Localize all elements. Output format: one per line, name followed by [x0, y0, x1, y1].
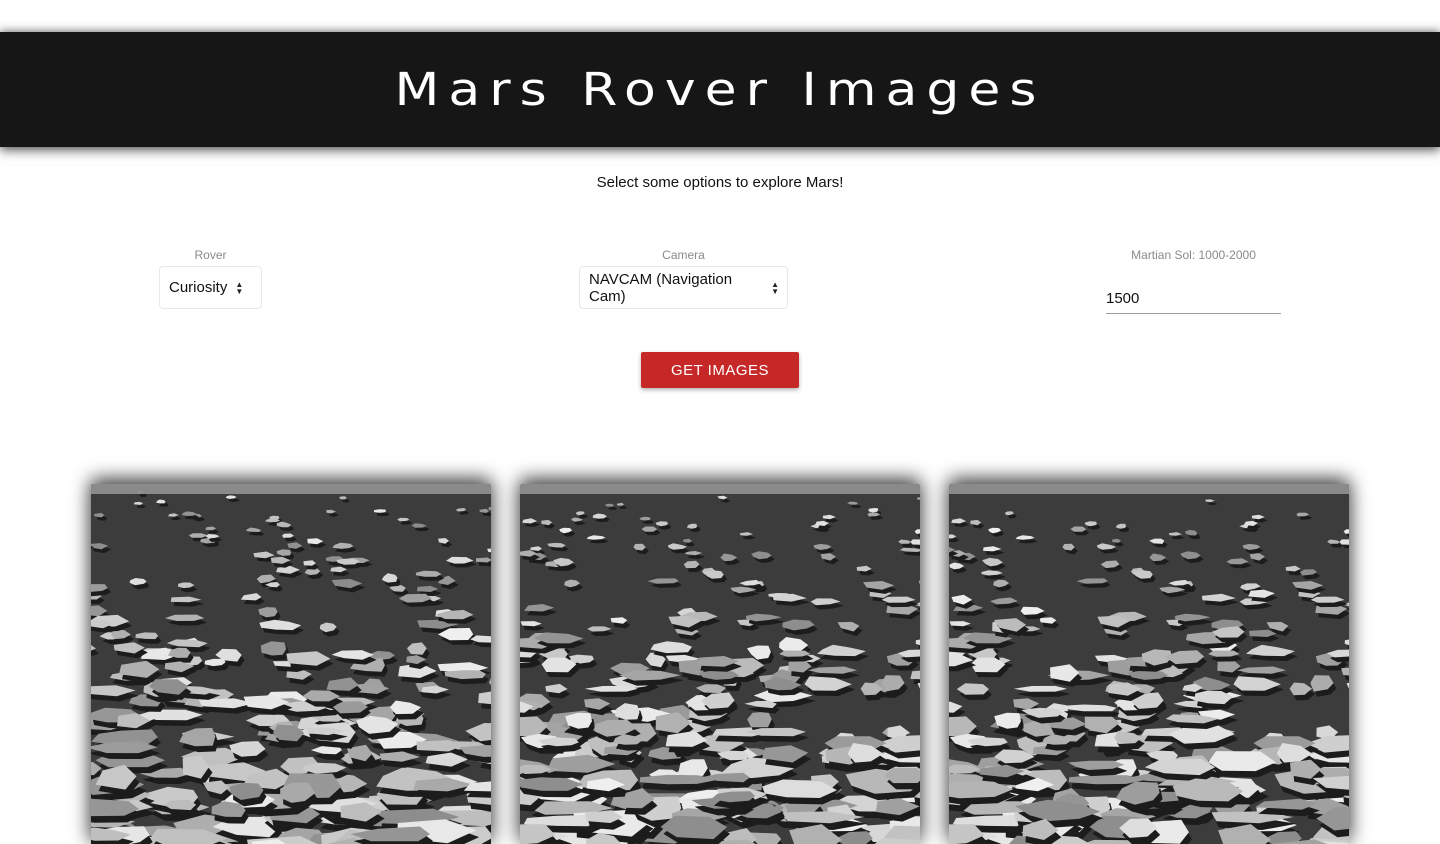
rover-label: Rover: [194, 249, 226, 261]
rover-select[interactable]: Curiosity ▲▼: [159, 266, 262, 309]
page-title: Mars Rover Images: [395, 63, 1046, 116]
rover-select-value: Curiosity: [169, 279, 227, 296]
rover-image-card[interactable]: [91, 484, 491, 844]
intro-text: Select some options to explore Mars!: [0, 174, 1440, 191]
sol-field: Martian Sol: 1000-2000: [1106, 249, 1281, 314]
select-arrows-icon: ▲▼: [235, 281, 243, 295]
sol-label: Martian Sol: 1000-2000: [1131, 249, 1256, 261]
rover-image: [91, 484, 491, 844]
rover-field: Rover Curiosity ▲▼: [159, 249, 262, 309]
site-header: Mars Rover Images: [0, 32, 1440, 147]
rover-image-card[interactable]: [520, 484, 920, 844]
camera-select-value: NAVCAM (Navigation Cam): [589, 271, 763, 305]
camera-select[interactable]: NAVCAM (Navigation Cam) ▲▼: [579, 266, 788, 309]
rover-image: [949, 484, 1349, 844]
rover-image-card[interactable]: [949, 484, 1349, 844]
select-arrows-icon: ▲▼: [771, 281, 779, 295]
camera-field: Camera NAVCAM (Navigation Cam) ▲▼: [579, 249, 788, 309]
get-images-button[interactable]: GET IMAGES: [641, 352, 799, 388]
rover-image: [520, 484, 920, 844]
camera-label: Camera: [662, 249, 705, 261]
sol-input[interactable]: [1106, 277, 1281, 314]
